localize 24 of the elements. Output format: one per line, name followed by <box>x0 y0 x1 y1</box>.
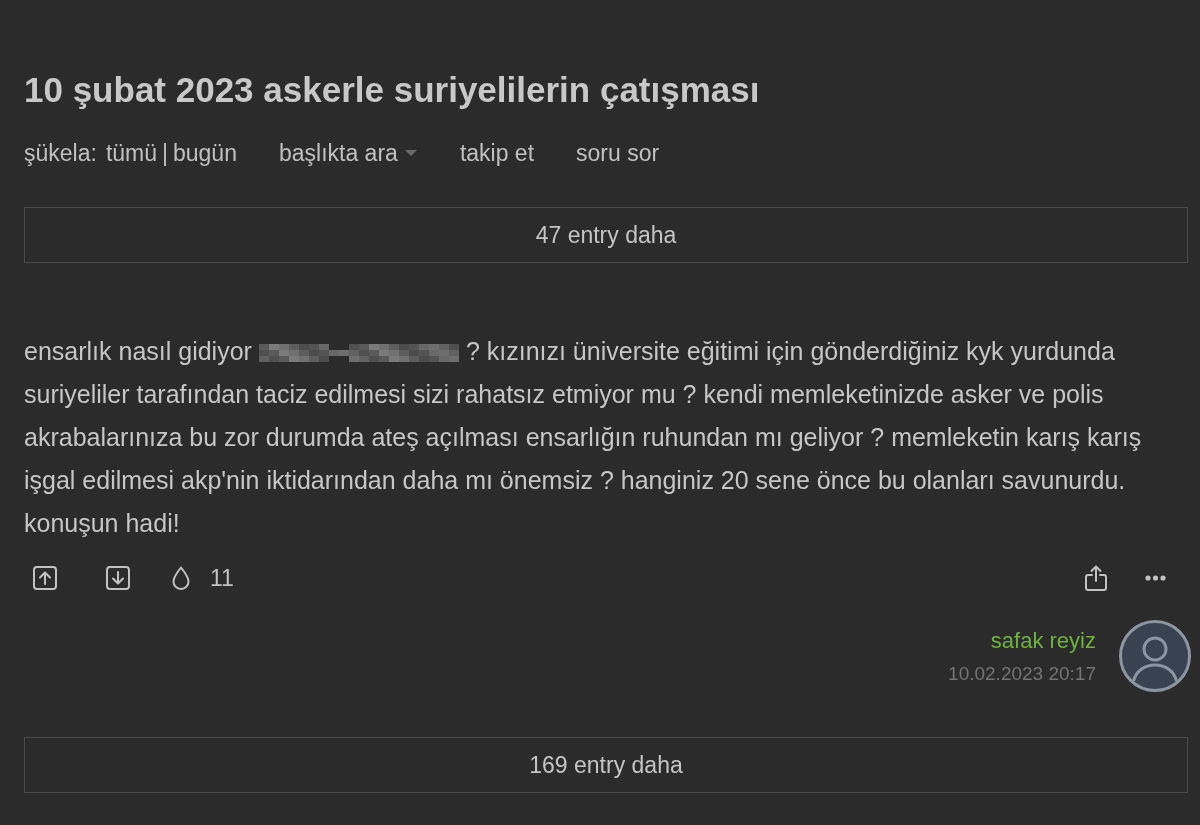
upvote-button[interactable] <box>33 566 57 590</box>
share-icon <box>1085 565 1107 591</box>
avatar-silhouette-icon <box>1119 620 1191 692</box>
load-more-button[interactable]: 169 entry daha <box>24 737 1188 793</box>
topic-title[interactable]: 10 şubat 2023 askerle suriyelilerin çatışması <box>24 68 1188 112</box>
load-more-button[interactable]: 47 entry daha <box>24 207 1188 263</box>
down-arrow-box-icon <box>106 566 130 590</box>
sort-option-link[interactable]: bugün <box>173 135 237 171</box>
entry-text: ensarlık nasıl gidiyor ? kızınızı üniversite eğitimi için gönderdiğiniz kyk yurdunda suriyeliler tarafından taciz edilmesi sizi rahatsız etmiyor mu ? kendi memleketinizde asker ve polis akrabalarınıza bu zor durumda ateş açılması ensarlığın ruhundan mı geliyor ? memleketin karış karış işgal edilmesi akp'nin iktidarından daha mı önemsiz ? hanginiz 20 sene önce bu olanları savunurdu. konuşun hadi! <box>24 336 1143 539</box>
more-options-button[interactable] <box>1145 575 1166 581</box>
favorite-button[interactable]: 11 <box>172 566 234 590</box>
share-button[interactable] <box>1085 565 1107 591</box>
drop-icon <box>172 566 190 590</box>
author-link[interactable]: safak reyiz <box>990 627 1096 655</box>
separator-text: | <box>162 138 168 168</box>
sort-option-link[interactable]: tümü <box>105 135 157 171</box>
up-arrow-box-icon <box>33 566 57 590</box>
sort-label: şükela: <box>24 138 97 168</box>
downvote-button[interactable] <box>106 566 130 590</box>
caret-icon <box>403 149 418 157</box>
ellipsis-icon <box>1145 575 1166 581</box>
nav-link[interactable]: soru sor <box>576 135 660 171</box>
search-in-topic-dropdown[interactable]: başlıkta ara <box>278 135 418 171</box>
nav-link[interactable]: takip et <box>459 135 535 171</box>
